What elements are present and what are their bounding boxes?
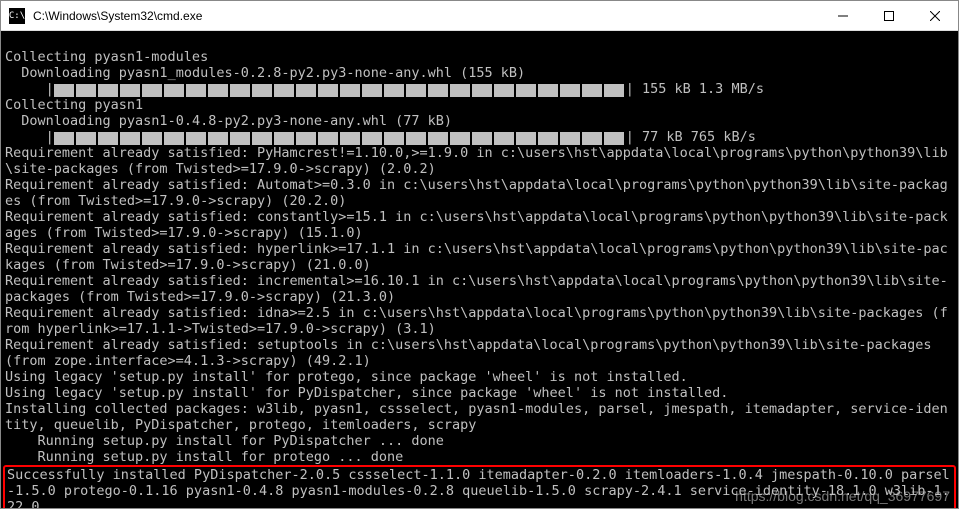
watermark: https://blog.csdn.net/qq_36977697: [735, 488, 950, 504]
terminal-output[interactable]: Collecting pyasn1-modules Downloading py…: [1, 31, 958, 508]
close-button[interactable]: [912, 1, 958, 31]
output-line: Requirement already satisfied: constantl…: [5, 209, 948, 241]
output-line: Downloading pyasn1_modules-0.2.8-py2.py3…: [5, 65, 525, 81]
output-line: Running setup.py install for PyDispatche…: [5, 433, 444, 449]
output-line: Requirement already satisfied: increment…: [5, 273, 948, 305]
output-line: Running setup.py install for protego ...…: [5, 449, 403, 465]
minimize-button[interactable]: [820, 1, 866, 31]
output-line: Requirement already satisfied: PyHamcres…: [5, 145, 948, 177]
maximize-button[interactable]: [866, 1, 912, 31]
output-line: Using legacy 'setup.py install' for PyDi…: [5, 385, 728, 401]
output-line: Collecting pyasn1-modules: [5, 49, 208, 65]
output-line: Requirement already satisfied: hyperlink…: [5, 241, 948, 273]
title-bar: C:\ C:\Windows\System32\cmd.exe: [1, 1, 958, 31]
cmd-icon: C:\: [9, 8, 25, 24]
output-line: Downloading pyasn1-0.4.8-py2.py3-none-an…: [5, 113, 452, 129]
output-line: Collecting pyasn1: [5, 97, 143, 113]
progress-row: || 77 kB 765 kB/s: [5, 129, 756, 145]
output-line: Installing collected packages: w3lib, py…: [5, 401, 948, 433]
output-line: Requirement already satisfied: idna>=2.5…: [5, 305, 948, 337]
output-line: Requirement already satisfied: setuptool…: [5, 337, 940, 369]
output-line: Requirement already satisfied: Automat>=…: [5, 177, 948, 209]
window-title: C:\Windows\System32\cmd.exe: [33, 9, 820, 23]
progress-row: || 155 kB 1.3 MB/s: [5, 81, 764, 97]
cmd-window: C:\ C:\Windows\System32\cmd.exe Collecti…: [0, 0, 959, 509]
output-line: Using legacy 'setup.py install' for prot…: [5, 369, 688, 385]
